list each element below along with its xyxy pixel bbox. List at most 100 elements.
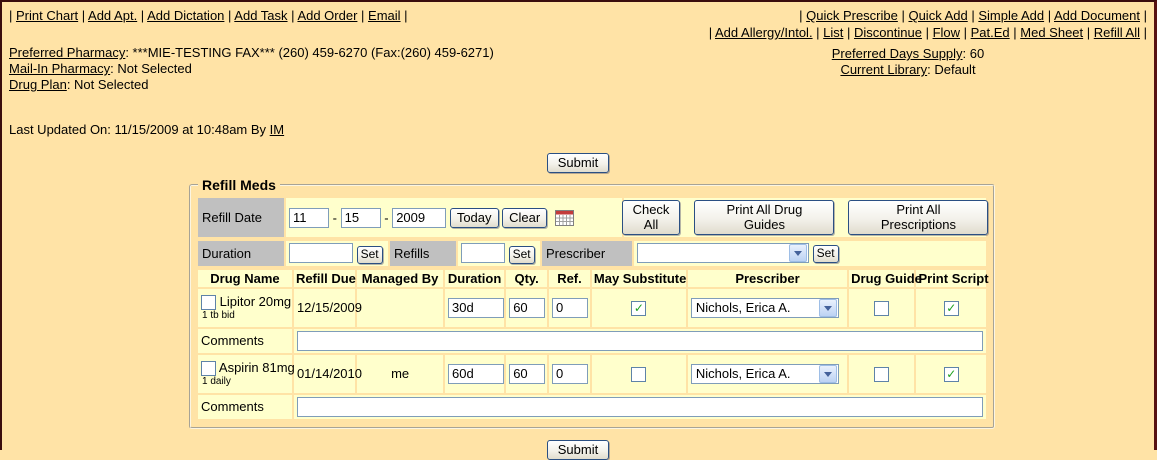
drug-guide-cell <box>849 355 914 393</box>
nav-link-quick-add[interactable]: Quick Add <box>908 8 967 23</box>
chevron-down-icon <box>819 365 837 383</box>
refills-set-input[interactable] <box>461 243 505 263</box>
nav-link-add-task[interactable]: Add Task <box>234 8 287 23</box>
drug-plan-link[interactable]: Drug Plan <box>9 77 67 92</box>
comments-input[interactable] <box>297 397 983 417</box>
days-supply-line: Preferred Days Supply: 60 <box>669 46 1147 62</box>
chevron-down-icon <box>819 299 837 317</box>
date-separator: - <box>333 210 337 225</box>
refill-meds-legend: Refill Meds <box>198 177 280 193</box>
duration-input[interactable] <box>448 364 504 384</box>
nav-link-med-sheet[interactable]: Med Sheet <box>1020 25 1083 40</box>
refill-meds-fieldset: Refill Meds Refill Date - - Today Clear <box>189 177 995 429</box>
current-library-link[interactable]: Current Library <box>840 62 927 77</box>
print-all-drug-guides-button[interactable]: Print All Drug Guides <box>694 200 834 235</box>
prescriber-set-select[interactable] <box>637 243 809 263</box>
meds-table: Drug Name Refill Due Managed By Duration… <box>196 268 988 421</box>
drug-plan-line: Drug Plan: Not Selected <box>9 77 669 93</box>
med-row: Lipitor 20mg 1 tb bid 12/15/2009 ✓ Nicho… <box>198 289 986 327</box>
nav-link-add-allergy-intol[interactable]: Add Allergy/Intol. <box>715 25 813 40</box>
last-updated-user-link[interactable]: IM <box>270 122 284 137</box>
col-managed-by: Managed By <box>357 270 443 287</box>
refills-set-button[interactable]: Set <box>509 246 535 264</box>
duration-set-input[interactable] <box>289 243 353 263</box>
mailin-pharmacy-link[interactable]: Mail-In Pharmacy <box>9 61 110 76</box>
current-library-line: Current Library: Default <box>669 62 1147 78</box>
nav-link-flow[interactable]: Flow <box>933 25 960 40</box>
nav-link-add-dictation[interactable]: Add Dictation <box>147 8 224 23</box>
check-all-button[interactable]: Check All <box>622 200 681 235</box>
nav-link-discontinue[interactable]: Discontinue <box>854 25 922 40</box>
qty-input[interactable] <box>509 364 545 384</box>
duration-input[interactable] <box>448 298 504 318</box>
header-right: | Quick Prescribe | Quick Add | Simple A… <box>669 7 1147 78</box>
nav-link-add-document[interactable]: Add Document <box>1054 8 1140 23</box>
nav-link-refill-all[interactable]: Refill All <box>1094 25 1140 40</box>
col-prescriber: Prescriber <box>688 270 847 287</box>
may-substitute-cell: ✓ <box>592 289 686 327</box>
comments-input[interactable] <box>297 331 983 351</box>
refill-due-cell: 01/14/2010 <box>294 355 355 393</box>
drug-name: Lipitor 20mg <box>220 294 292 309</box>
date-separator: - <box>384 210 388 225</box>
ref-input[interactable] <box>552 364 588 384</box>
nav-link-add-order[interactable]: Add Order <box>297 8 357 23</box>
drug-name-cell: Lipitor 20mg 1 tb bid <box>198 289 292 327</box>
clear-button[interactable]: Clear <box>502 208 547 228</box>
chevron-down-icon <box>789 244 807 262</box>
refill-date-month-input[interactable] <box>289 208 329 228</box>
nav-link-email[interactable]: Email <box>368 8 401 23</box>
drug-guide-checkbox[interactable] <box>874 301 889 316</box>
nav-link-list[interactable]: List <box>823 25 843 40</box>
prescriber-set-button[interactable]: Set <box>813 245 839 263</box>
comments-cell <box>294 395 986 419</box>
submit-button-top[interactable]: Submit <box>547 153 609 173</box>
col-duration: Duration <box>445 270 504 287</box>
prescriber-select[interactable]: Nichols, Erica A. <box>691 298 839 318</box>
drug-select-checkbox[interactable] <box>201 295 216 310</box>
nav-link-quick-prescribe[interactable]: Quick Prescribe <box>806 8 898 23</box>
drug-guide-cell <box>849 289 914 327</box>
refill-date-cell: - - Today Clear <box>286 198 622 237</box>
nav-link-print-chart[interactable]: Print Chart <box>16 8 78 23</box>
prescriber-select[interactable]: Nichols, Erica A. <box>691 364 839 384</box>
prescriber-cell: Nichols, Erica A. <box>688 289 847 327</box>
drug-guide-checkbox[interactable] <box>874 367 889 382</box>
ref-input[interactable] <box>552 298 588 318</box>
comments-cell <box>294 329 986 353</box>
duration-set-button[interactable]: Set <box>357 246 383 264</box>
nav-left: | Print Chart | Add Apt. | Add Dictation… <box>9 7 669 24</box>
print-all-prescriptions-button[interactable]: Print All Prescriptions <box>848 200 988 235</box>
comments-row: Comments <box>198 329 986 353</box>
preferred-pharmacy-line: Preferred Pharmacy: ***MIE-TESTING FAX**… <box>9 45 669 61</box>
refill-meds-page: | Print Chart | Add Apt. | Add Dictation… <box>2 2 1154 460</box>
drug-select-checkbox[interactable] <box>201 361 216 376</box>
refill-date-label: Refill Date <box>198 198 284 237</box>
col-print-script: Print Script <box>916 270 986 287</box>
preferred-pharmacy-link[interactable]: Preferred Pharmacy <box>9 45 125 60</box>
nav-link-add-apt[interactable]: Add Apt. <box>88 8 137 23</box>
qty-cell <box>506 289 547 327</box>
days-supply-link[interactable]: Preferred Days Supply <box>832 46 963 61</box>
mailin-pharmacy-value: : Not Selected <box>110 61 192 76</box>
refill-date-day-input[interactable] <box>341 208 381 228</box>
calendar-icon[interactable] <box>555 210 574 226</box>
print-script-checkbox[interactable]: ✓ <box>944 301 959 316</box>
nav-link-pat-ed[interactable]: Pat.Ed <box>971 25 1010 40</box>
today-button[interactable]: Today <box>450 208 499 228</box>
pharmacy-info: Preferred Pharmacy: ***MIE-TESTING FAX**… <box>9 45 669 93</box>
duration-set-label: Duration <box>198 241 284 266</box>
qty-input[interactable] <box>509 298 545 318</box>
print-script-checkbox[interactable]: ✓ <box>944 367 959 382</box>
drug-plan-value: : Not Selected <box>67 77 149 92</box>
nav-link-simple-add[interactable]: Simple Add <box>978 8 1044 23</box>
print-script-cell: ✓ <box>916 355 986 393</box>
may-substitute-checkbox[interactable] <box>631 367 646 382</box>
col-may-substitute: May Substitute <box>592 270 686 287</box>
may-substitute-checkbox[interactable]: ✓ <box>631 301 646 316</box>
current-library-value: : Default <box>927 62 975 77</box>
prescriber-set-cell: Set <box>634 241 986 266</box>
preferred-pharmacy-value: : ***MIE-TESTING FAX*** (260) 459-6270 (… <box>125 45 494 60</box>
nav-right-row1: | Quick Prescribe | Quick Add | Simple A… <box>669 7 1147 24</box>
refill-date-year-input[interactable] <box>392 208 446 228</box>
